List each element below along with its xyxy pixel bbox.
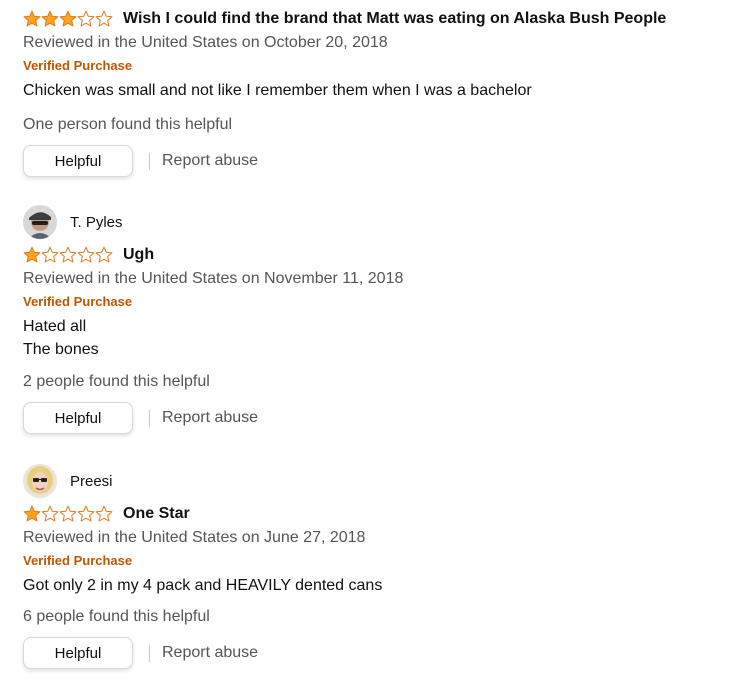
- star-empty-icon: [77, 505, 95, 522]
- review-body-line: Got only 2 in my 4 pack and HEAVILY dent…: [23, 577, 383, 594]
- star-empty-icon: [59, 246, 77, 263]
- review-body: Chicken was small and not like I remembe…: [23, 79, 723, 102]
- review-body: Got only 2 in my 4 pack and HEAVILY dent…: [23, 574, 723, 597]
- helpful-button[interactable]: Helpful: [23, 637, 133, 669]
- reviewer-profile[interactable]: Preesi: [23, 464, 723, 498]
- rating-row: One Star: [23, 502, 723, 526]
- review-date: Reviewed in the United States on October…: [23, 34, 388, 51]
- star-rating[interactable]: [23, 505, 113, 523]
- verified-purchase-badge: Verified Purchase: [23, 294, 133, 309]
- reviewer-name[interactable]: Preesi: [70, 473, 113, 490]
- review-title[interactable]: One Star: [123, 505, 190, 523]
- helpful-count: 6 people found this helpful: [23, 608, 210, 625]
- verified-purchase-badge: Verified Purchase: [23, 553, 133, 568]
- star-empty-icon: [41, 246, 59, 263]
- star-empty-icon: [95, 246, 113, 263]
- reviewer-name[interactable]: T. Pyles: [70, 214, 123, 231]
- rating-row: Wish I could find the brand that Matt wa…: [23, 7, 723, 31]
- report-abuse-link[interactable]: Report abuse: [162, 644, 258, 662]
- review-body: Hated all The bones: [23, 315, 723, 361]
- helpful-count: One person found this helpful: [23, 116, 233, 133]
- helpful-count: 2 people found this helpful: [23, 373, 210, 390]
- star-empty-icon: [95, 10, 113, 27]
- star-filled-icon: [23, 10, 41, 27]
- star-rating[interactable]: [23, 10, 113, 28]
- star-empty-icon: [77, 10, 95, 27]
- review-card: T. Pyles Ugh Reviewed in the United Stat…: [23, 205, 723, 434]
- review-title[interactable]: Ugh: [123, 246, 154, 264]
- star-filled-icon: [23, 505, 41, 522]
- report-abuse-link[interactable]: Report abuse: [162, 152, 258, 170]
- review-actions: Helpful Report abuse: [23, 637, 723, 669]
- review-title[interactable]: Wish I could find the brand that Matt wa…: [123, 10, 666, 28]
- review-body-line: Hated all: [23, 318, 87, 335]
- reviewer-profile[interactable]: T. Pyles: [23, 205, 723, 239]
- review-card: Wish I could find the brand that Matt wa…: [23, 7, 723, 177]
- star-empty-icon: [95, 505, 113, 522]
- person-with-cap-avatar-icon[interactable]: [23, 205, 57, 239]
- star-filled-icon: [23, 246, 41, 263]
- star-empty-icon: [41, 505, 59, 522]
- star-empty-icon: [77, 246, 95, 263]
- star-rating[interactable]: [23, 246, 113, 264]
- review-actions: Helpful Report abuse: [23, 402, 723, 434]
- review-date: Reviewed in the United States on June 27…: [23, 529, 366, 546]
- divider: [149, 152, 150, 170]
- star-empty-icon: [59, 505, 77, 522]
- review-actions: Helpful Report abuse: [23, 145, 723, 177]
- review-card: Preesi One Star Reviewed in the United S…: [23, 464, 723, 669]
- report-abuse-link[interactable]: Report abuse: [162, 409, 258, 427]
- review-date: Reviewed in the United States on Novembe…: [23, 270, 404, 287]
- helpful-button[interactable]: Helpful: [23, 145, 133, 177]
- blonde-person-avatar-icon[interactable]: [23, 464, 57, 498]
- verified-purchase-badge: Verified Purchase: [23, 58, 133, 73]
- divider: [149, 644, 150, 662]
- divider: [149, 409, 150, 427]
- star-filled-icon: [59, 10, 77, 27]
- review-body-line: Chicken was small and not like I remembe…: [23, 82, 532, 99]
- review-body-line: The bones: [23, 341, 99, 358]
- star-filled-icon: [41, 10, 59, 27]
- rating-row: Ugh: [23, 243, 723, 267]
- helpful-button[interactable]: Helpful: [23, 402, 133, 434]
